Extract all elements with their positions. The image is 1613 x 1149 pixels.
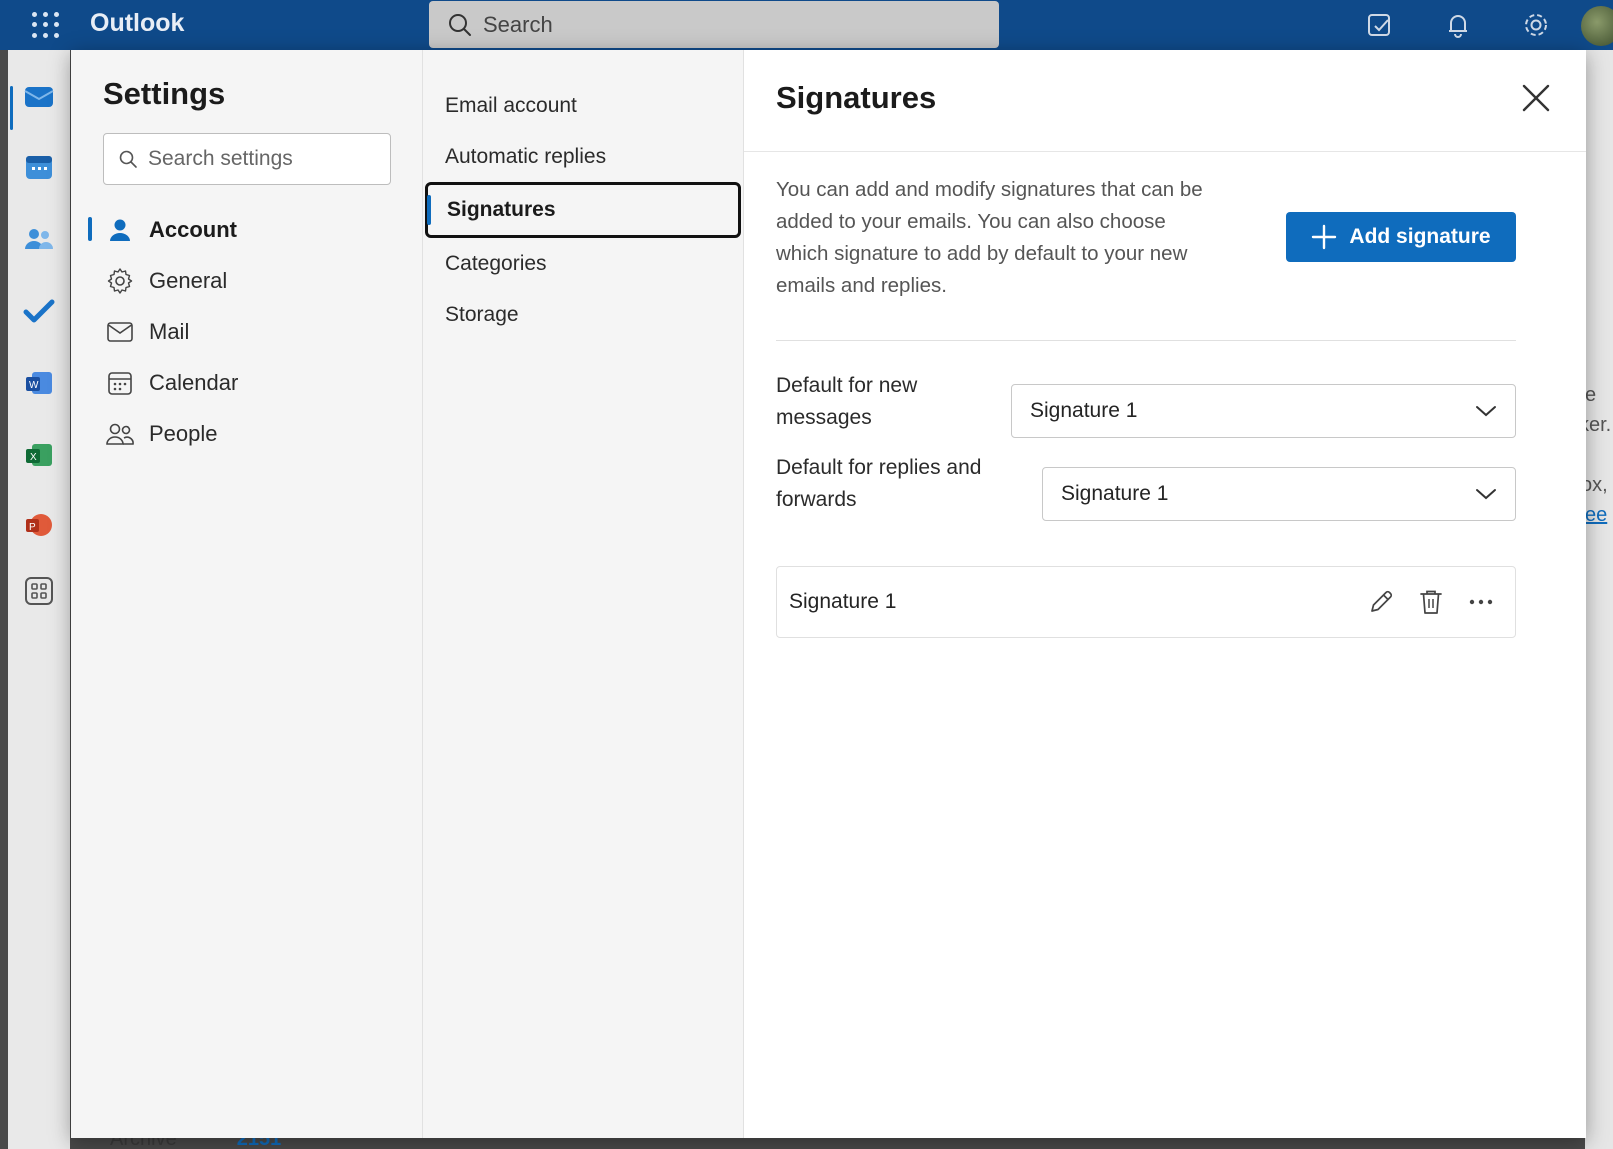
add-signature-button[interactable]: Add signature bbox=[1286, 212, 1516, 262]
mail-icon bbox=[105, 317, 135, 347]
add-signature-label: Add signature bbox=[1349, 225, 1491, 248]
settings-dialog: Settings Account General bbox=[71, 50, 1586, 1138]
pencil-icon bbox=[1371, 590, 1393, 612]
bell-icon[interactable] bbox=[1441, 8, 1475, 42]
close-button[interactable] bbox=[1518, 80, 1554, 116]
signatures-description: You can add and modify signatures that c… bbox=[776, 178, 1203, 297]
account-subnav-list: Email account Automatic replies Signatur… bbox=[423, 80, 743, 340]
settings-title: Settings bbox=[103, 76, 226, 111]
mail-app-icon[interactable] bbox=[22, 78, 56, 112]
settings-search-input[interactable] bbox=[148, 147, 368, 171]
category-label: General bbox=[149, 267, 228, 293]
search-placeholder: Search bbox=[483, 11, 553, 37]
chevron-down-icon bbox=[1476, 489, 1496, 500]
default-new-value: Signature 1 bbox=[1030, 399, 1138, 422]
category-calendar[interactable]: Calendar bbox=[71, 357, 422, 408]
settings-categories-pane: Settings Account General bbox=[71, 50, 423, 1138]
background-reading-pane: e ker. ox, ee bbox=[1579, 50, 1613, 1149]
todo-icon[interactable] bbox=[1363, 8, 1397, 42]
avatar[interactable] bbox=[1581, 6, 1613, 46]
plus-icon bbox=[1312, 224, 1337, 250]
rail-active-indicator bbox=[10, 86, 13, 130]
signature-name: Signature 1 bbox=[789, 590, 897, 613]
category-mail[interactable]: Mail bbox=[71, 306, 422, 357]
waffle-icon[interactable] bbox=[30, 10, 60, 40]
background-link[interactable]: ee bbox=[1585, 504, 1607, 527]
category-label: Mail bbox=[149, 318, 190, 344]
category-account[interactable]: Account bbox=[71, 204, 422, 255]
header-divider bbox=[744, 151, 1586, 152]
svg-text:P: P bbox=[29, 522, 36, 533]
calendar-app-icon[interactable] bbox=[22, 150, 56, 184]
more-icon bbox=[1469, 599, 1493, 605]
more-apps-icon[interactable] bbox=[22, 574, 56, 608]
subnav-automatic-replies[interactable]: Automatic replies bbox=[423, 131, 743, 182]
page-title: Signatures bbox=[776, 80, 937, 115]
search-icon bbox=[449, 13, 471, 36]
people-icon bbox=[105, 419, 135, 449]
person-icon bbox=[105, 215, 135, 245]
background-text: e bbox=[1585, 384, 1597, 406]
people-app-icon[interactable] bbox=[22, 222, 56, 256]
subnav-storage[interactable]: Storage bbox=[423, 289, 743, 340]
subnav-email-account[interactable]: Email account bbox=[423, 80, 743, 131]
calendar-icon bbox=[105, 368, 135, 398]
close-icon bbox=[1522, 84, 1550, 112]
powerpoint-app-icon[interactable]: P bbox=[22, 508, 56, 542]
top-bar: Outlook Search bbox=[0, 0, 1613, 50]
gear-icon bbox=[105, 266, 135, 296]
app-rail: W X P bbox=[8, 50, 70, 1149]
category-general[interactable]: General bbox=[71, 255, 422, 306]
trash-icon bbox=[1420, 590, 1442, 614]
edit-signature-button[interactable] bbox=[1365, 586, 1397, 618]
more-options-button[interactable] bbox=[1465, 586, 1497, 618]
gear-icon[interactable] bbox=[1519, 8, 1553, 42]
divider bbox=[776, 340, 1516, 341]
default-reply-select[interactable]: Signature 1 bbox=[1042, 467, 1516, 521]
delete-signature-button[interactable] bbox=[1415, 586, 1447, 618]
settings-search-box[interactable] bbox=[103, 133, 391, 185]
category-label: Account bbox=[149, 216, 237, 242]
chevron-down-icon bbox=[1476, 406, 1496, 417]
signature-list-item[interactable]: Signature 1 bbox=[776, 566, 1516, 638]
subnav-categories[interactable]: Categories bbox=[423, 238, 743, 289]
category-label: Calendar bbox=[149, 369, 239, 395]
default-new-select[interactable]: Signature 1 bbox=[1011, 384, 1516, 438]
svg-text:X: X bbox=[30, 452, 37, 463]
todo-app-icon[interactable] bbox=[22, 294, 56, 328]
search-icon bbox=[119, 150, 137, 168]
default-reply-value: Signature 1 bbox=[1061, 482, 1169, 505]
category-label: People bbox=[149, 420, 218, 446]
global-search-input[interactable]: Search bbox=[429, 1, 999, 48]
default-reply-label: Default for replies and forwards bbox=[776, 456, 982, 511]
settings-category-list: Account General Mail Calendar People bbox=[71, 204, 422, 459]
signatures-pane: Signatures You can add and modify signat… bbox=[744, 50, 1586, 1138]
account-subnav-pane: Email account Automatic replies Signatur… bbox=[423, 50, 744, 1138]
word-app-icon[interactable]: W bbox=[22, 366, 56, 400]
subnav-signatures[interactable]: Signatures bbox=[425, 182, 741, 238]
category-people[interactable]: People bbox=[71, 408, 422, 459]
svg-text:W: W bbox=[29, 380, 39, 391]
app-name: Outlook bbox=[90, 9, 185, 37]
default-new-label: Default for new messages bbox=[776, 374, 918, 429]
excel-app-icon[interactable]: X bbox=[22, 438, 56, 472]
